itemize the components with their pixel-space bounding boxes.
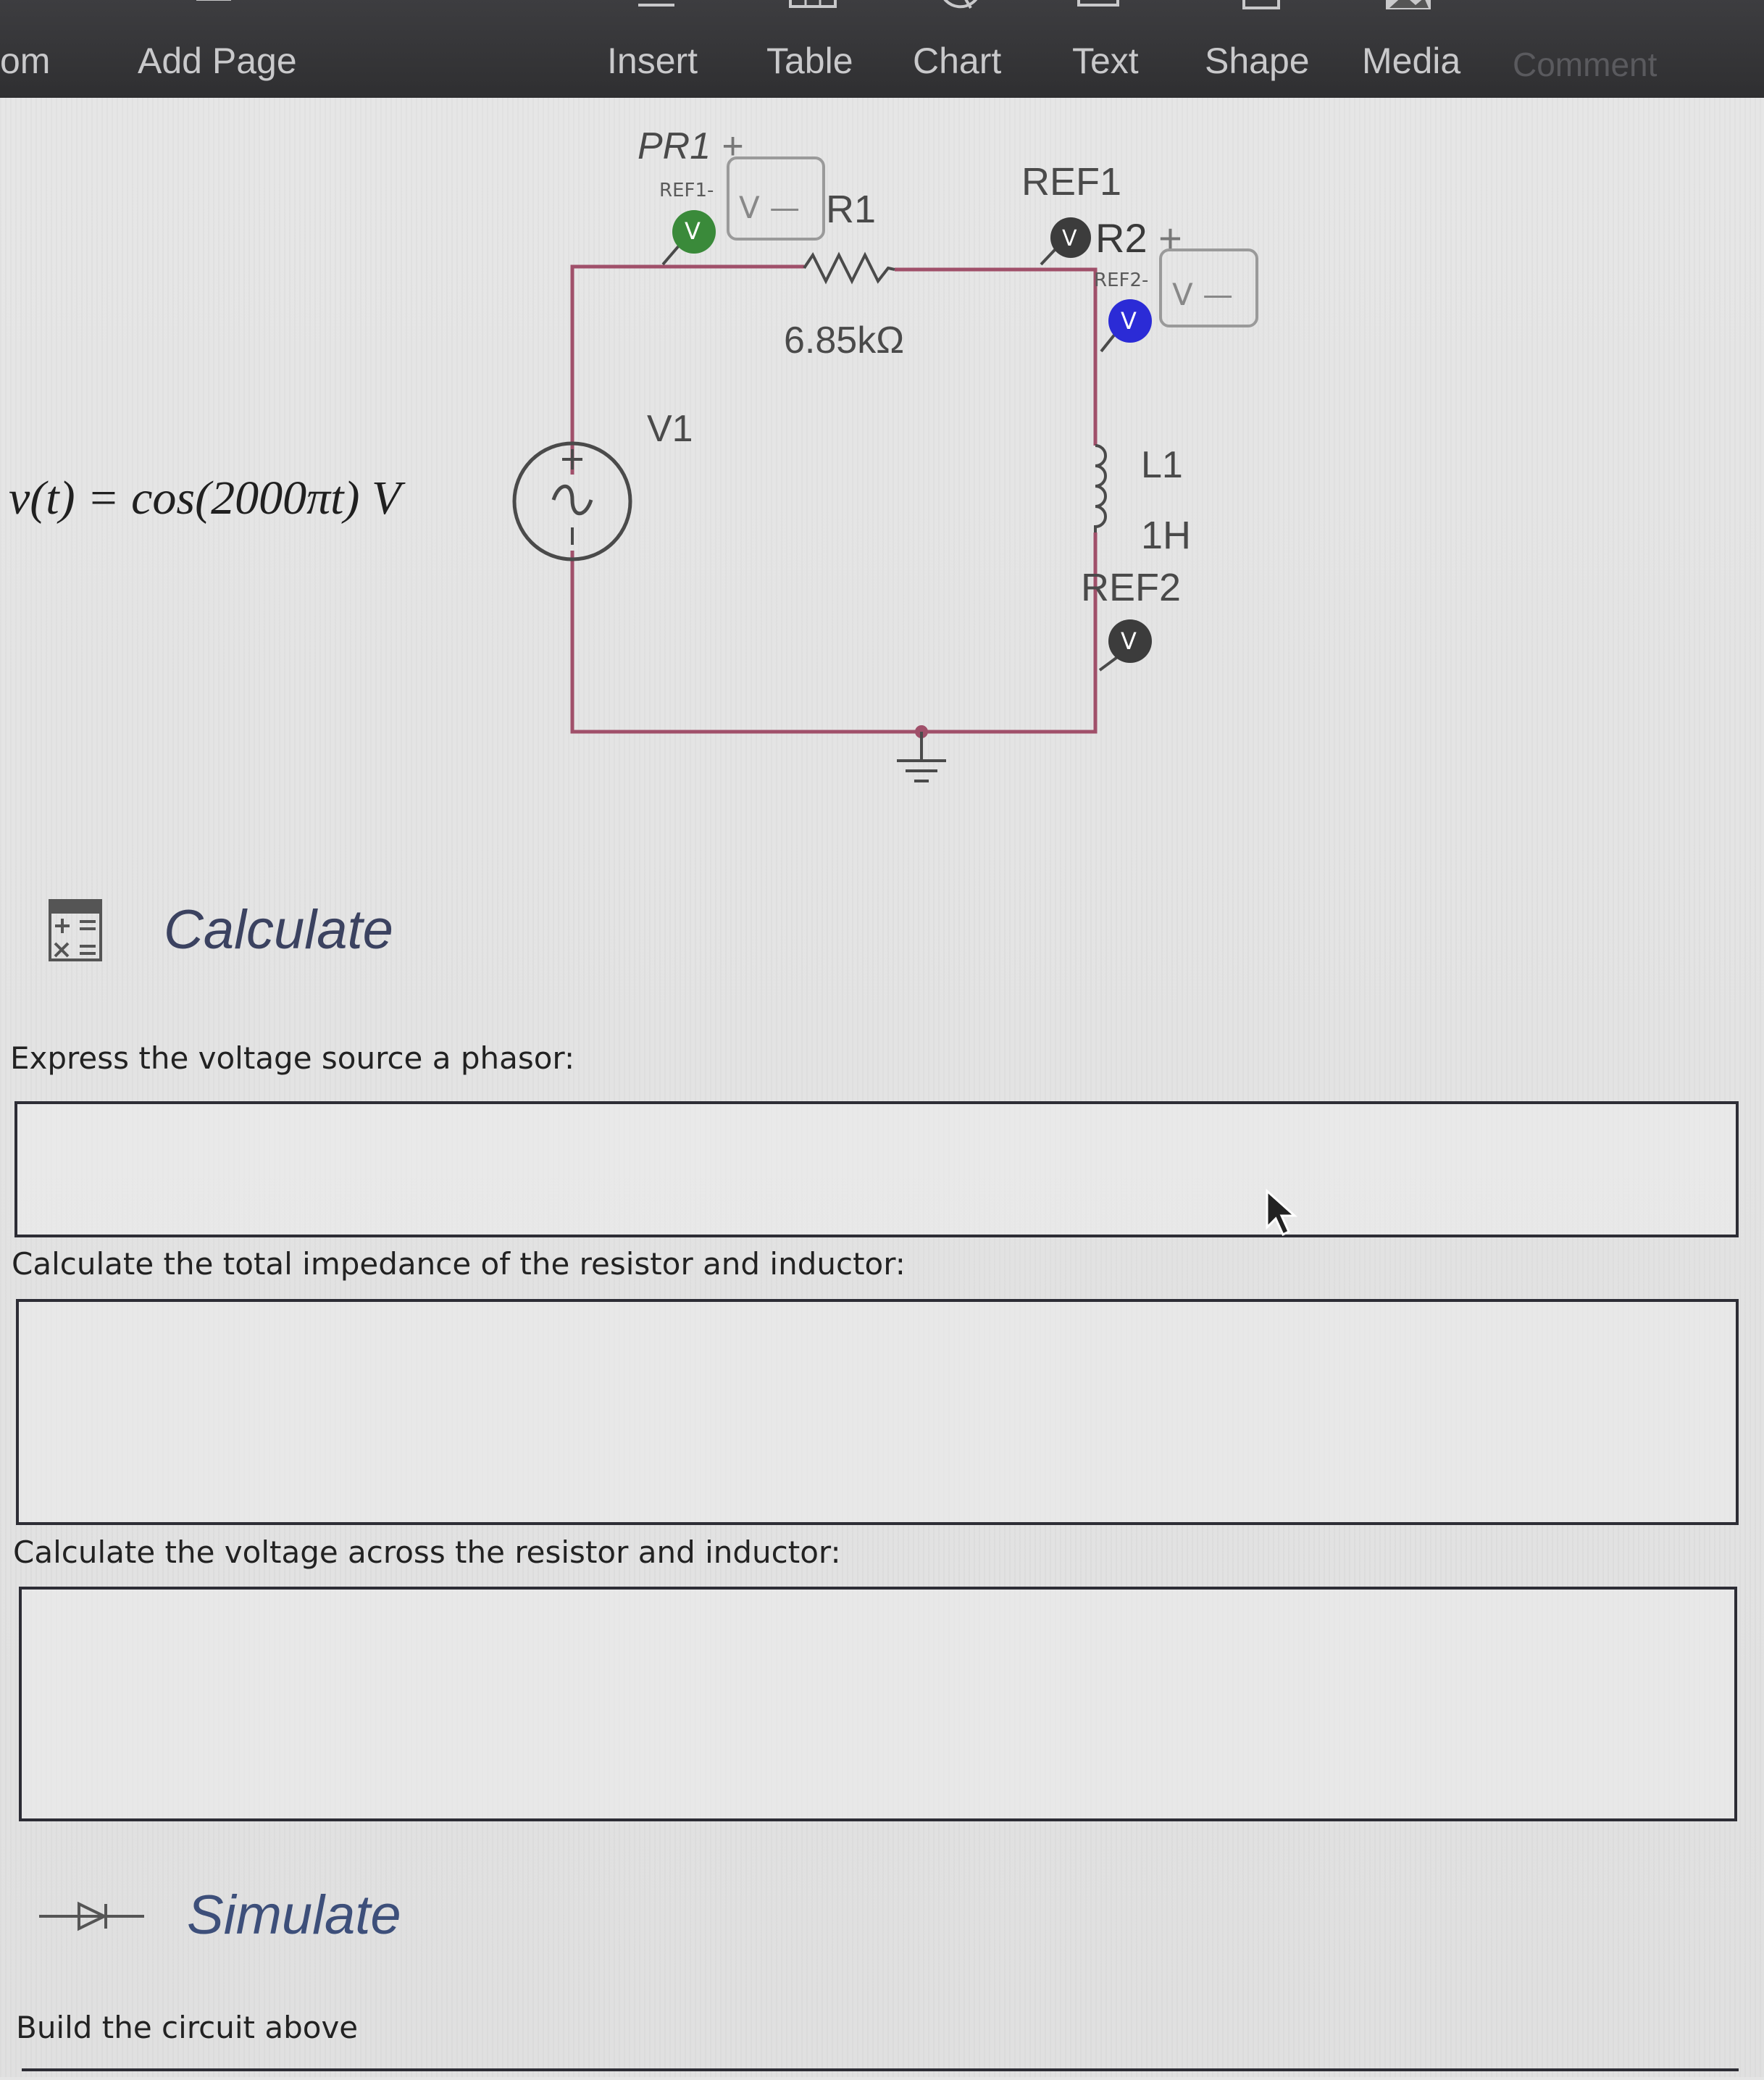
circuit-diagram (512, 156, 1258, 782)
question-impedance: Calculate the total impedance of the res… (12, 1246, 906, 1282)
wire-top-right (895, 267, 1098, 446)
simulate-instruction: Build the circuit above (16, 2010, 359, 2045)
resistor-name: R1 (826, 188, 877, 231)
simulate-heading: Simulate (187, 1884, 401, 1946)
resistor-value: 6.85kΩ (784, 319, 905, 362)
resistor-symbol[interactable] (803, 251, 895, 285)
probe2-badge-label: V (1121, 307, 1137, 335)
probe2-ref-top: REF1 (1021, 160, 1122, 204)
inductor-symbol[interactable] (1094, 444, 1107, 532)
source-equation: v(t) = cos(2000πt) V (9, 472, 401, 525)
answer-impedance-field[interactable] (16, 1299, 1739, 1525)
inductor-value: 1H (1141, 514, 1192, 557)
probe1-readout: V — (739, 190, 801, 225)
mouse-cursor-icon (1266, 1188, 1297, 1237)
probe1-ref: REF1- (659, 180, 714, 201)
answer-phasor-field[interactable] (14, 1101, 1739, 1237)
question-voltage: Calculate the voltage across the resisto… (13, 1534, 841, 1570)
inductor-name: L1 (1141, 444, 1183, 486)
ref2-label: REF2 (1081, 566, 1182, 609)
source-name: V1 (647, 408, 693, 450)
probe2-name: R2 + (1095, 215, 1182, 261)
ref2-badge-label: V (1121, 627, 1137, 655)
calculate-heading: Calculate (164, 899, 393, 961)
wire-bottom (570, 532, 1098, 734)
probe2-ref: REF2- (1094, 270, 1149, 291)
calculator-icon (49, 899, 102, 961)
probe1-name: PR1 + (638, 125, 743, 167)
probe2-readout: V — (1172, 277, 1234, 312)
probe2-ref-badge-label: V (1062, 226, 1077, 251)
diode-icon (39, 1901, 144, 1931)
probe1-badge-label: V (685, 217, 701, 245)
question-phasor: Express the voltage source a phasor: (10, 1040, 575, 1076)
ac-source-symbol[interactable] (512, 441, 632, 561)
probe2-ref-lead (1100, 332, 1117, 353)
ground-symbol[interactable] (897, 725, 946, 782)
simulate-box-edge (22, 2068, 1739, 2080)
answer-voltage-field[interactable] (19, 1587, 1737, 1821)
